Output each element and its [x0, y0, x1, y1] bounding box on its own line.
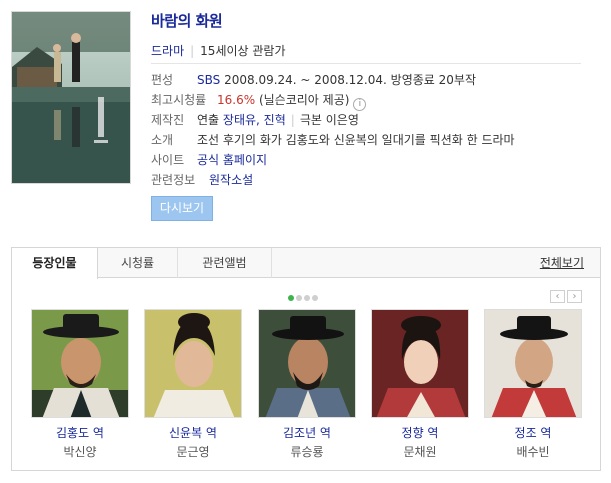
- cast-photo[interactable]: [258, 309, 356, 418]
- cast-card: 김홍도 역 박신양: [31, 309, 129, 460]
- view-all-link[interactable]: 전체보기: [540, 248, 584, 278]
- synopsis-text: 조선 후기의 화가 김홍도와 신윤복의 일대기를 픽션화 한 드라마: [197, 133, 515, 147]
- viewership-row: 최고시청률 16.6% (닐슨코리아 제공) i: [151, 91, 367, 111]
- cast-photo[interactable]: [31, 309, 129, 418]
- writer-prefix: 극본: [299, 113, 322, 127]
- synopsis-row: 소개 조선 후기의 화가 김홍도와 신윤복의 일대기를 픽션화 한 드라마: [151, 131, 515, 148]
- cast-card: 김조년 역 류승룡: [258, 309, 356, 460]
- replay-button[interactable]: 다시보기: [151, 196, 213, 221]
- carousel-arrows: ‹ ›: [550, 288, 582, 303]
- carousel-dot-1[interactable]: [288, 295, 294, 301]
- cast-actor: 배수빈: [516, 445, 550, 459]
- genre-link[interactable]: 드라마: [151, 44, 184, 58]
- cast-photo-image: [485, 310, 581, 417]
- site-label: 사이트: [151, 153, 185, 167]
- cast-panel: 등장인물 시청률 관련앨범 전체보기 ‹ › 김홍도 역 박신양 신윤복 역 문…: [11, 247, 601, 471]
- divider-line: [151, 63, 581, 64]
- official-site-link[interactable]: 공식 홈페이지: [197, 153, 267, 167]
- next-arrow-icon[interactable]: ›: [567, 290, 582, 303]
- cast-actor: 류승룡: [290, 445, 324, 459]
- cast-role[interactable]: 김조년 역: [258, 424, 356, 441]
- info-icon[interactable]: i: [353, 98, 367, 111]
- episode-count: 20부작: [438, 73, 477, 87]
- cast-photo[interactable]: [371, 309, 469, 418]
- age-rating: 15세이상 관람가: [200, 44, 286, 58]
- genre-row: 드라마 | 15세이상 관람가: [151, 42, 286, 59]
- cast-card: 신윤복 역 문근영: [144, 309, 242, 460]
- carousel-dot-4[interactable]: [312, 295, 318, 301]
- cast-card: 정향 역 문채원: [371, 309, 469, 460]
- related-row: 관련정보 원작소설: [151, 171, 253, 188]
- program-title[interactable]: 바람의 화원: [151, 10, 223, 31]
- synopsis-label: 소개: [151, 133, 174, 147]
- cast-role[interactable]: 정향 역: [371, 424, 469, 441]
- air-status: 방영종료: [390, 73, 435, 87]
- carousel-indicator: [288, 290, 320, 304]
- director-links[interactable]: 장태유, 진혁: [223, 113, 286, 127]
- cast-role[interactable]: 정조 역: [484, 424, 582, 441]
- peak-rating-value: 16.6%: [217, 93, 256, 107]
- tab-related-album[interactable]: 관련앨범: [178, 248, 272, 278]
- cast-actor: 박신양: [63, 445, 97, 459]
- site-row: 사이트 공식 홈페이지: [151, 151, 267, 168]
- air-dates: 2008.09.24. ~ 2008.12.04.: [224, 73, 387, 87]
- drama-poster[interactable]: [11, 11, 131, 184]
- cast-role[interactable]: 김홍도 역: [31, 424, 129, 441]
- cast-photo[interactable]: [484, 309, 582, 418]
- staff-label: 제작진: [151, 113, 185, 127]
- original-novel-link[interactable]: 원작소설: [209, 173, 253, 187]
- cast-photo-image: [145, 310, 241, 417]
- divider: |: [190, 44, 195, 58]
- tab-ratings[interactable]: 시청률: [98, 248, 178, 278]
- cast-photo[interactable]: [144, 309, 242, 418]
- writer-name: 이은영: [325, 113, 359, 127]
- cast-actor: 문근영: [176, 445, 210, 459]
- tab-cast[interactable]: 등장인물: [12, 248, 98, 279]
- poster-image: [12, 12, 130, 183]
- cast-photo-image: [32, 310, 128, 417]
- cast-photo-image: [372, 310, 468, 417]
- prev-arrow-icon[interactable]: ‹: [550, 290, 565, 303]
- carousel-dot-3[interactable]: [304, 295, 310, 301]
- divider: |: [290, 113, 295, 127]
- schedule-label: 편성: [151, 73, 174, 87]
- channel-link[interactable]: SBS: [197, 73, 220, 87]
- staff-row: 제작진 연출 장태유, 진혁 | 극본 이은영: [151, 111, 359, 128]
- cast-card: 정조 역 배수빈: [484, 309, 582, 460]
- cast-actor: 문채원: [403, 445, 437, 459]
- rating-source: (닐슨코리아 제공): [258, 93, 350, 107]
- related-label: 관련정보: [151, 173, 196, 187]
- director-prefix: 연출: [197, 113, 220, 127]
- viewership-label: 최고시청률: [151, 93, 207, 107]
- cast-role[interactable]: 신윤복 역: [144, 424, 242, 441]
- schedule-row: 편성 SBS 2008.09.24. ~ 2008.12.04. 방영종료 20부…: [151, 71, 476, 88]
- cast-photo-image: [259, 310, 355, 417]
- tab-bar: 등장인물 시청률 관련앨범 전체보기: [12, 248, 600, 279]
- carousel-dot-2[interactable]: [296, 295, 302, 301]
